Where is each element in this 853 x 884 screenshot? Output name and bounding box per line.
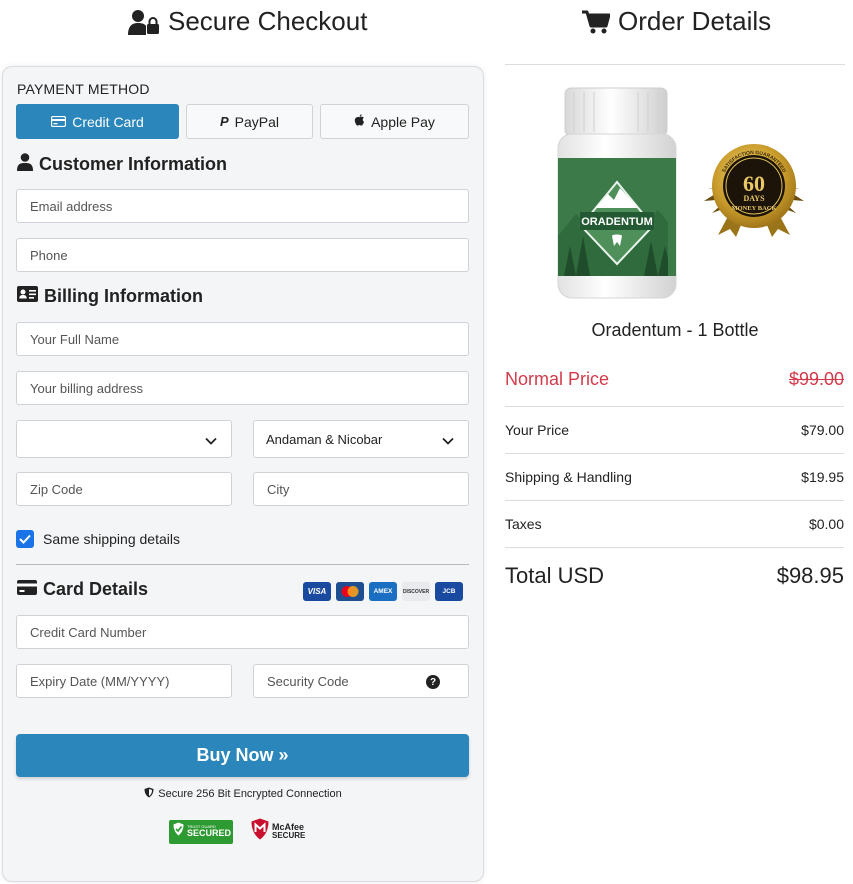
section-divider [16, 564, 469, 565]
security-code-field[interactable]: Security Code ? [253, 664, 469, 698]
product-name: Oradentum - 1 Bottle [591, 320, 759, 340]
your-price-value: $79.00 [801, 422, 844, 438]
full-name-placeholder: Your Full Name [30, 331, 120, 347]
question-circle-icon[interactable]: ? [426, 675, 440, 689]
mcafee-shield-icon [251, 818, 269, 845]
row-divider [505, 406, 844, 407]
accepted-cards: VISA AMEX DISCOVER JCB [303, 582, 463, 601]
normal-price-value: $99.00 [788, 369, 844, 389]
zip-code-placeholder: Zip Code [30, 481, 83, 497]
security-code-placeholder: Security Code [267, 673, 349, 689]
row-divider [505, 453, 844, 454]
taxes-label: Taxes [505, 516, 542, 532]
zip-code-field[interactable]: Zip Code [16, 472, 232, 506]
phone-placeholder: Phone [30, 247, 68, 263]
tab-credit-card-label: Credit Card [72, 113, 144, 130]
shield-icon [144, 787, 154, 801]
amex-icon: AMEX [369, 582, 397, 601]
billing-information-title: Billing Information [44, 286, 203, 306]
state-select[interactable]: Andaman & Nicobar [253, 420, 469, 458]
billing-address-field[interactable]: Your billing address [16, 371, 469, 405]
order-details-title: Order Details [618, 6, 772, 36]
credit-card-icon [17, 579, 37, 600]
buy-now-button[interactable]: Buy Now » [16, 734, 469, 777]
shipping-value: $19.95 [801, 469, 844, 485]
checkout-panel: PAYMENT METHOD Credit Card P PayPal Appl… [2, 66, 484, 882]
chevron-down-icon [442, 433, 454, 448]
same-shipping-label: Same shipping details [43, 531, 180, 547]
user-icon [17, 153, 33, 176]
card-number-placeholder: Credit Card Number [30, 624, 147, 640]
same-shipping-row[interactable]: Same shipping details [16, 530, 180, 548]
normal-price-row: Normal Price $99.00 [505, 369, 844, 390]
taxes-value: $0.00 [808, 516, 844, 532]
paypal-icon: P [219, 114, 229, 129]
address-card-icon [17, 286, 38, 307]
country-select[interactable] [16, 420, 232, 458]
money-back-guarantee-seal: 60 DAYS MONEY BACK SATISFACTION GUARANTE… [700, 143, 808, 242]
seal-number: 60 [743, 171, 765, 196]
total-value: $98.95 [776, 563, 844, 588]
tab-paypal[interactable]: P PayPal [186, 104, 313, 139]
discover-icon: DISCOVER [402, 582, 430, 601]
tab-credit-card[interactable]: Credit Card [16, 104, 179, 139]
billing-address-placeholder: Your billing address [30, 380, 143, 396]
tab-apple-pay[interactable]: Apple Pay [320, 104, 469, 139]
seal-days: DAYS [743, 194, 765, 203]
order-details-heading: Order Details [582, 6, 771, 37]
apple-icon [354, 113, 365, 130]
row-divider [505, 547, 844, 548]
payment-method-label: PAYMENT METHOD [17, 81, 150, 97]
credit-card-icon [51, 114, 67, 130]
mcafee-badge: McAfee SECURE [251, 818, 305, 845]
secure-connection-note: Secure 256 Bit Encrypted Connection [3, 787, 483, 801]
trust-guard-badge: TRUST GUARD SECURED [169, 819, 233, 844]
full-name-field[interactable]: Your Full Name [16, 322, 469, 356]
city-placeholder: City [267, 481, 290, 497]
total-row: Total USD $98.95 [505, 563, 844, 589]
city-field[interactable]: City [253, 472, 469, 506]
card-number-field[interactable]: Credit Card Number [16, 615, 469, 649]
seal-money-back: MONEY BACK [731, 205, 776, 212]
jcb-icon: JCB [435, 582, 463, 601]
total-label: Total USD [505, 563, 605, 588]
secure-connection-text: Secure 256 Bit Encrypted Connection [158, 788, 342, 800]
billing-information-heading: Billing Information [17, 286, 203, 307]
shopping-cart-icon [582, 10, 610, 34]
order-header-divider [505, 64, 845, 65]
bottle-label-text: ORADENTUM [581, 216, 653, 228]
same-shipping-checkbox[interactable] [16, 530, 34, 548]
shipping-row: Shipping & Handling $19.95 [505, 469, 844, 485]
chevron-down-icon [205, 433, 217, 448]
your-price-label: Your Price [505, 422, 570, 438]
expiry-date-placeholder: Expiry Date (MM/YYYY) [30, 673, 170, 689]
state-value: Andaman & Nicobar [266, 431, 383, 447]
customer-information-title: Customer Information [39, 154, 228, 174]
customer-information-heading: Customer Information [17, 153, 227, 176]
mastercard-icon [336, 582, 364, 601]
visa-icon: VISA [303, 582, 331, 601]
your-price-row: Your Price $79.00 [505, 422, 844, 438]
phone-field[interactable]: Phone [16, 238, 469, 272]
product-bottle-image: ORADENTUM [556, 86, 678, 307]
card-details-heading: Card Details [17, 579, 148, 600]
card-details-title: Card Details [43, 579, 149, 599]
payment-method-tabs: Credit Card P PayPal Apple Pay [16, 104, 469, 139]
email-placeholder: Email address [30, 198, 113, 214]
expiry-date-field[interactable]: Expiry Date (MM/YYYY) [16, 664, 232, 698]
shipping-label: Shipping & Handling [505, 469, 632, 485]
taxes-row: Taxes $0.00 [505, 516, 844, 532]
row-divider [505, 500, 844, 501]
tab-apple-pay-label: Apple Pay [371, 113, 435, 130]
email-field[interactable]: Email address [16, 189, 469, 223]
shield-check-icon [173, 822, 184, 841]
user-lock-icon [128, 9, 160, 35]
tab-paypal-label: PayPal [234, 113, 280, 130]
security-badges: TRUST GUARD SECURED McAfee SECURE [169, 818, 305, 845]
secure-checkout-title: Secure Checkout [168, 6, 368, 36]
normal-price-label: Normal Price [505, 369, 610, 389]
secure-checkout-heading: Secure Checkout [128, 6, 367, 37]
